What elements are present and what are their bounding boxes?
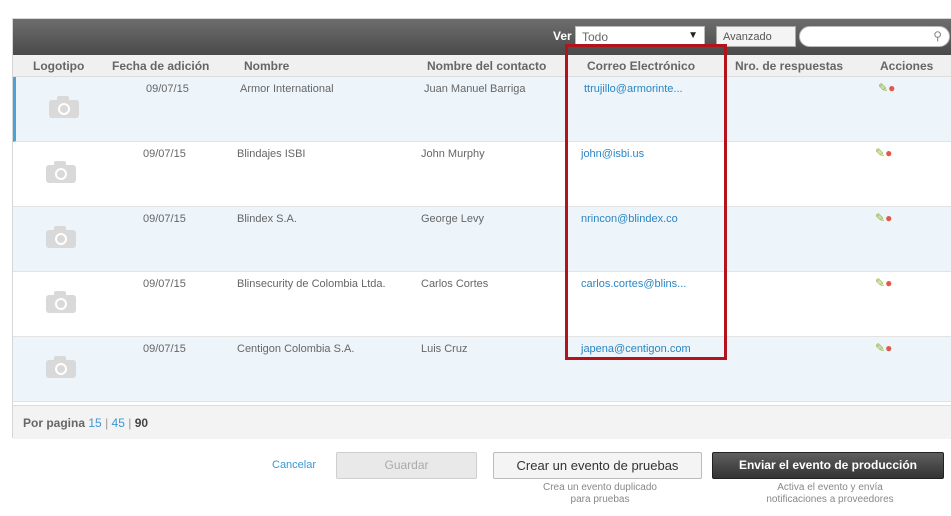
dropdown-arrow-icon: ▼	[688, 30, 698, 41]
table-header: Logotipo Fecha de adición Nombre Nombre …	[13, 55, 951, 77]
table-row[interactable]: 09/07/15 Blindajes ISBI John Murphy john…	[13, 142, 951, 207]
row-actions: ✎●	[875, 276, 892, 290]
row-contact: Carlos Cortes	[421, 278, 489, 290]
row-name: Blindajes ISBI	[237, 148, 306, 160]
camera-icon	[49, 96, 79, 118]
row-date: 09/07/15	[143, 278, 186, 290]
per-page-label: Por pagina	[23, 416, 86, 430]
row-date: 09/07/15	[143, 148, 186, 160]
camera-icon	[46, 356, 76, 378]
delete-icon[interactable]: ●	[885, 146, 892, 160]
row-actions: ✎●	[875, 211, 892, 225]
row-date: 09/07/15	[143, 213, 186, 225]
edit-icon[interactable]: ✎	[878, 81, 888, 95]
create-test-event-button[interactable]: Crear un evento de pruebas	[493, 452, 702, 479]
filter-label: Ver	[553, 29, 572, 43]
per-page-option-90[interactable]: 90	[135, 416, 148, 430]
camera-icon	[46, 291, 76, 313]
search-icon[interactable]: ⚲	[933, 29, 942, 43]
filter-select-value: Todo	[582, 30, 609, 44]
table-row[interactable]: 09/07/15 Blindex S.A. George Levy nrinco…	[13, 207, 951, 272]
pagination-bar: Por pagina 15 | 45 | 90	[13, 405, 951, 439]
row-date: 09/07/15	[146, 83, 189, 95]
events-panel: Ver Todo ▼ Avanzado ⚲ Logotipo Fecha de …	[12, 18, 951, 439]
table-row[interactable]: 09/07/15 Blinsecurity de Colombia Ltda. …	[13, 272, 951, 337]
column-header-date[interactable]: Fecha de adición	[112, 59, 209, 73]
edit-icon[interactable]: ✎	[875, 146, 885, 160]
row-contact: Luis Cruz	[421, 343, 468, 355]
row-contact: John Murphy	[421, 148, 485, 160]
production-event-note-line-2: notificaciones a proveedores	[766, 494, 894, 505]
search-input[interactable]: ⚲	[799, 26, 950, 47]
test-event-note-line-1: Crea un evento duplicado	[543, 482, 657, 493]
edit-icon[interactable]: ✎	[875, 276, 885, 290]
column-header-contact[interactable]: Nombre del contacto	[427, 59, 546, 73]
delete-icon[interactable]: ●	[885, 276, 892, 290]
per-page-option-45[interactable]: 45	[112, 416, 125, 430]
cancel-link[interactable]: Cancelar	[272, 459, 316, 471]
column-header-name[interactable]: Nombre	[244, 59, 289, 73]
camera-icon	[46, 226, 76, 248]
delete-icon[interactable]: ●	[885, 341, 892, 355]
send-production-event-button[interactable]: Enviar el evento de producción	[712, 452, 944, 479]
table-row[interactable]: 09/07/15 Armor International Juan Manuel…	[13, 77, 951, 142]
edit-icon[interactable]: ✎	[875, 341, 885, 355]
row-actions: ✎●	[878, 81, 895, 95]
row-name: Blindex S.A.	[237, 213, 297, 225]
column-header-responses[interactable]: Nro. de respuestas	[735, 59, 843, 73]
save-button[interactable]: Guardar	[336, 452, 477, 479]
row-date: 09/07/15	[143, 343, 186, 355]
table-row[interactable]: 09/07/15 Centigon Colombia S.A. Luis Cru…	[13, 337, 951, 402]
per-page-control: Por pagina 15 | 45 | 90	[23, 416, 148, 430]
row-contact: Juan Manuel Barriga	[424, 83, 526, 95]
row-name: Blinsecurity de Colombia Ltda.	[237, 278, 386, 290]
row-actions: ✎●	[875, 146, 892, 160]
production-event-note-line-1: Activa el evento y envía	[777, 482, 883, 493]
per-page-separator: |	[128, 416, 132, 430]
column-header-actions: Acciones	[880, 59, 934, 73]
email-column-highlight	[565, 44, 727, 360]
table-toolbar: Ver Todo ▼ Avanzado ⚲	[13, 19, 951, 55]
delete-icon[interactable]: ●	[888, 81, 895, 95]
row-actions: ✎●	[875, 341, 892, 355]
per-page-separator: |	[105, 416, 109, 430]
camera-icon	[46, 161, 76, 183]
advanced-search-button[interactable]: Avanzado	[716, 26, 796, 47]
table-body: 09/07/15 Armor International Juan Manuel…	[13, 77, 951, 402]
delete-icon[interactable]: ●	[885, 211, 892, 225]
per-page-option-15[interactable]: 15	[88, 416, 101, 430]
column-header-logo[interactable]: Logotipo	[33, 59, 84, 73]
production-event-note: Activa el evento y envía notificaciones …	[735, 482, 925, 506]
row-contact: George Levy	[421, 213, 484, 225]
test-event-note: Crea un evento duplicado para pruebas	[520, 482, 680, 506]
edit-icon[interactable]: ✎	[875, 211, 885, 225]
row-name: Armor International	[240, 83, 334, 95]
row-name: Centigon Colombia S.A.	[237, 343, 355, 355]
test-event-note-line-2: para pruebas	[570, 494, 630, 505]
